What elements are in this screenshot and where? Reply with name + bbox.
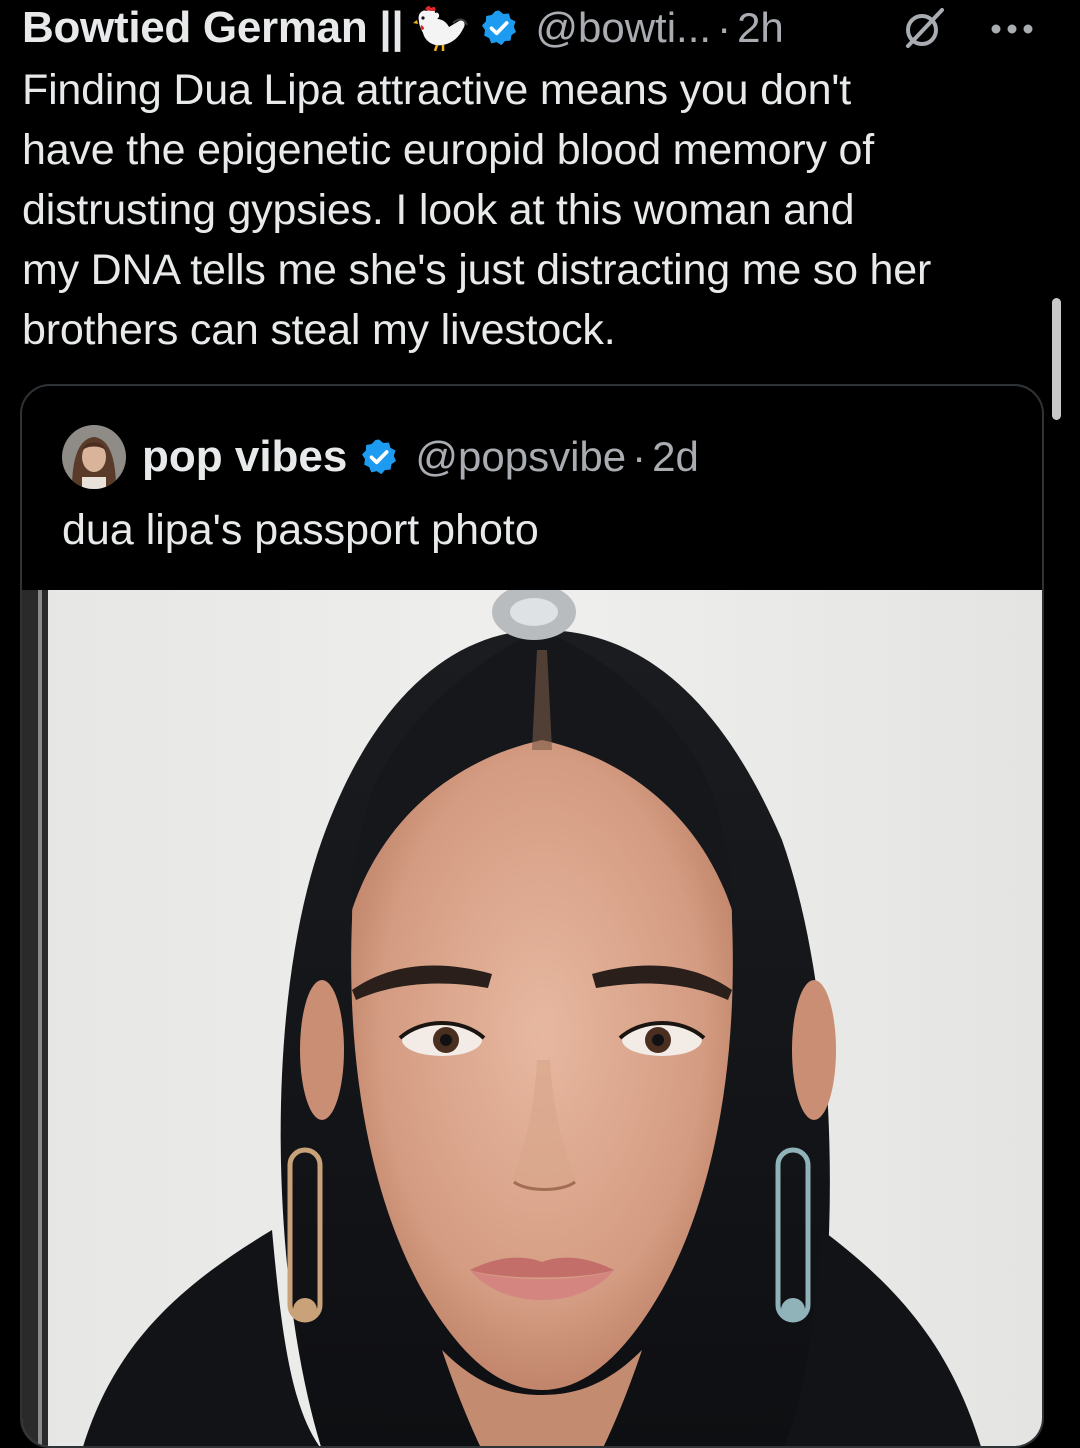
quote-header: pop vibes @popsvibe · 2d <box>62 424 699 490</box>
quote-text: dua lipa's passport photo <box>62 506 539 554</box>
avatar[interactable] <box>62 425 126 489</box>
quote-author-name[interactable]: pop vibes <box>142 432 347 482</box>
quote-photo[interactable] <box>22 584 1042 1446</box>
more-icon[interactable] <box>988 14 1036 44</box>
verified-badge-icon <box>359 437 399 477</box>
rooster-icon <box>413 5 469 52</box>
quote-timestamp[interactable]: 2d <box>652 433 699 481</box>
timestamp[interactable]: 2h <box>737 4 784 52</box>
author-display-name[interactable]: Bowtied German || <box>22 3 404 53</box>
author-handle[interactable]: @bowti... <box>535 4 711 52</box>
scrollbar[interactable] <box>1052 298 1061 420</box>
quote-author-handle[interactable]: @popsvibe <box>415 433 626 481</box>
verified-badge-icon <box>479 8 519 48</box>
tweet-text: Finding Dua Lipa attractive means you do… <box>22 66 932 354</box>
quoted-tweet[interactable]: pop vibes @popsvibe · 2d dua lipa's pass… <box>20 384 1044 1448</box>
tweet[interactable]: Bowtied German || @bowti... · 2h Finding… <box>0 0 1080 1448</box>
grok-icon[interactable] <box>900 4 948 52</box>
separator-dot: · <box>632 433 647 480</box>
separator-dot: · <box>717 4 732 51</box>
